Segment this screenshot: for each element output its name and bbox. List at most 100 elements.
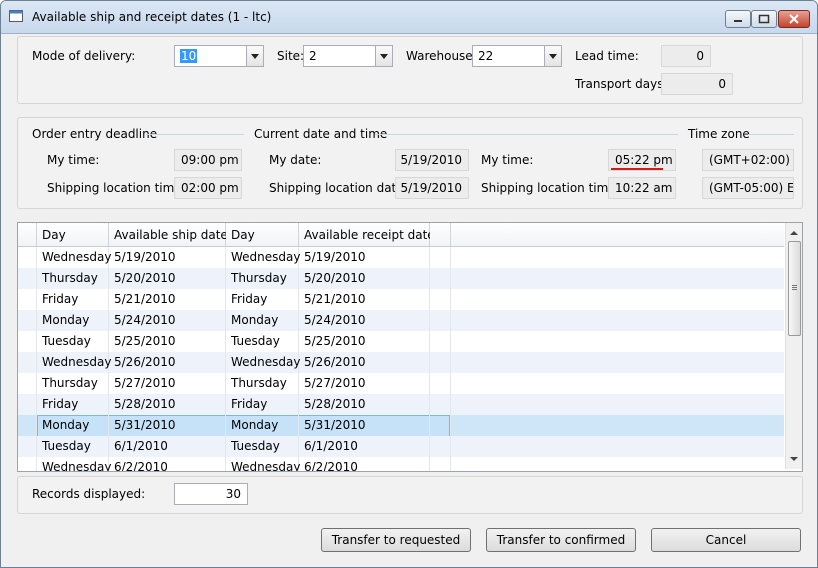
table-cell[interactable]: 5/24/2010 [109,310,226,331]
time-zone-header: Time zone [688,127,750,141]
transfer-to-requested-button[interactable]: Transfer to requested [321,528,471,552]
table-row[interactable]: Wednesday 5/19/2010 Wednesday 5/19/2010 [18,247,784,268]
table-cell[interactable]: 5/25/2010 [109,331,226,352]
table-cell[interactable]: 5/28/2010 [109,394,226,415]
table-row[interactable]: Monday 5/24/2010 Monday 5/24/2010 [18,310,784,331]
row-selector[interactable] [18,373,37,394]
table-row[interactable]: Friday 5/21/2010 Friday 5/21/2010 [18,289,784,310]
grid-header-day[interactable]: Day [226,223,299,247]
table-cell[interactable]: 5/26/2010 [299,352,430,373]
chevron-down-icon[interactable] [375,46,392,66]
highlight-underline [611,168,663,170]
grid-vertical-scrollbar[interactable] [785,223,802,469]
row-selector[interactable] [18,436,37,457]
table-cell[interactable]: Monday [226,415,299,436]
mode-of-delivery-select[interactable]: 10 [174,45,264,67]
table-cell[interactable]: 5/31/2010 [109,415,226,436]
table-cell[interactable]: 5/25/2010 [299,331,430,352]
table-cell-spacer [430,289,451,310]
grid-header-day[interactable]: Day [37,223,109,247]
lead-time-value: 0 [661,45,711,67]
table-cell[interactable]: 6/1/2010 [109,436,226,457]
row-selector[interactable] [18,457,37,471]
table-cell[interactable]: 5/21/2010 [109,289,226,310]
table-cell[interactable]: Friday [226,394,299,415]
table-row[interactable]: Tuesday 6/1/2010 Tuesday 6/1/2010 [18,436,784,457]
grid-header-receipt-date[interactable]: Available receipt date [299,223,435,247]
row-selector[interactable] [18,394,37,415]
table-cell[interactable]: Wednesday [226,457,300,471]
close-button[interactable] [778,10,810,28]
table-cell[interactable]: Friday [37,394,109,415]
table-cell[interactable]: 6/2/2010 [299,457,430,471]
table-cell[interactable]: Thursday [226,373,299,394]
table-cell[interactable]: Monday [37,415,109,436]
scroll-down-arrow-icon[interactable] [786,451,802,467]
table-cell[interactable]: Thursday [37,268,109,289]
row-selector[interactable] [18,352,37,373]
table-cell[interactable]: 6/1/2010 [299,436,430,457]
table-cell[interactable]: Friday [37,289,109,310]
window-title: Available ship and receipt dates (1 - lt… [32,10,272,24]
grid-header-ship-date[interactable]: Available ship date [109,223,228,247]
table-cell-spacer [430,373,451,394]
table-cell[interactable]: Tuesday [226,331,299,352]
table-cell[interactable]: 5/24/2010 [299,310,430,331]
row-selector[interactable] [18,331,37,352]
table-cell[interactable]: 5/20/2010 [109,268,226,289]
table-cell[interactable]: Thursday [226,268,299,289]
dialog-window: Available ship and receipt dates (1 - lt… [0,0,818,568]
table-cell[interactable]: 6/2/2010 [109,457,226,471]
table-row[interactable]: Wednesday 6/2/2010 Wednesday 6/2/2010 [18,457,784,471]
table-cell[interactable]: 5/27/2010 [299,373,430,394]
row-selector[interactable] [18,289,37,310]
table-cell[interactable]: Wednesday [226,352,300,373]
table-cell[interactable]: Tuesday [37,331,109,352]
cancel-button[interactable]: Cancel [651,528,801,552]
ship-date-label: Shipping location date: [269,181,408,195]
records-displayed-label: Records displayed: [32,487,146,501]
table-cell[interactable]: 5/26/2010 [109,352,226,373]
row-selector[interactable] [18,415,37,436]
table-cell[interactable]: Wednesday [37,247,111,268]
maximize-button[interactable] [751,10,777,28]
table-cell[interactable]: Tuesday [226,436,299,457]
table-cell[interactable]: 5/21/2010 [299,289,430,310]
table-cell[interactable]: Monday [226,310,299,331]
table-row[interactable]: Friday 5/28/2010 Friday 5/28/2010 [18,394,784,415]
transfer-to-confirmed-button[interactable]: Transfer to confirmed [486,528,636,552]
table-cell[interactable]: Wednesday [226,247,300,268]
table-cell[interactable]: 5/31/2010 [299,415,430,436]
table-cell[interactable]: Thursday [37,373,109,394]
table-row[interactable]: Thursday 5/20/2010 Thursday 5/20/2010 [18,268,784,289]
records-displayed-input[interactable]: 30 [174,483,248,505]
table-cell[interactable]: 5/19/2010 [109,247,226,268]
table-cell[interactable]: 5/28/2010 [299,394,430,415]
separator [146,134,244,135]
table-cell[interactable]: 5/20/2010 [299,268,430,289]
dates-grid[interactable]: Day Available ship date Day Available re… [17,222,803,472]
chevron-down-icon[interactable] [246,46,263,66]
table-row[interactable]: Wednesday 5/26/2010 Wednesday 5/26/2010 [18,352,784,373]
table-cell[interactable]: 5/19/2010 [299,247,430,268]
minimize-button[interactable] [725,10,751,28]
chevron-down-icon[interactable] [544,46,561,66]
table-cell[interactable]: Wednesday [37,352,111,373]
scroll-up-arrow-icon[interactable] [786,225,802,241]
table-cell[interactable]: Monday [37,310,109,331]
table-row[interactable]: Thursday 5/27/2010 Thursday 5/27/2010 [18,373,784,394]
table-row[interactable]: Monday 5/31/2010 Monday 5/31/2010 [18,415,784,437]
row-selector[interactable] [18,268,37,289]
table-cell[interactable]: Friday [226,289,299,310]
current-ship-time-value: 10:22 am [608,177,676,199]
table-cell[interactable]: Wednesday [37,457,111,471]
row-selector[interactable] [18,247,37,268]
site-select[interactable]: 2 [303,45,393,67]
table-cell[interactable]: 5/27/2010 [109,373,226,394]
scroll-thumb[interactable] [788,241,801,336]
warehouse-select[interactable]: 22 [472,45,562,67]
table-cell[interactable]: Tuesday [37,436,109,457]
row-selector[interactable] [18,310,37,331]
title-bar[interactable]: Available ship and receipt dates (1 - lt… [1,1,817,34]
table-row[interactable]: Tuesday 5/25/2010 Tuesday 5/25/2010 [18,331,784,352]
